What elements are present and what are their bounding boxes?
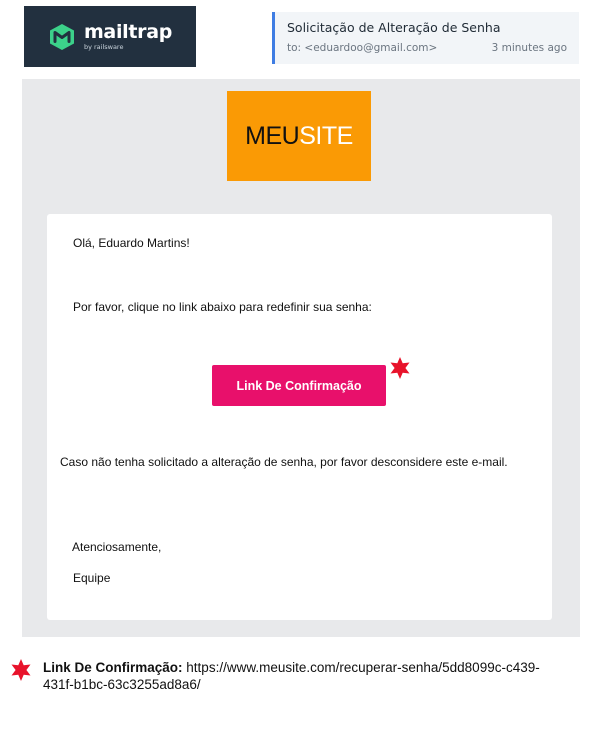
note-label: Link De Confirmação:	[43, 660, 183, 675]
email-timestamp: 3 minutes ago	[491, 42, 567, 54]
disclaimer-text: Caso não tenha solicitado a alteração de…	[60, 455, 508, 469]
email-body: MEUSITE Olá, Eduardo Martins! Por favor,…	[22, 79, 580, 637]
star-icon	[11, 659, 31, 681]
site-logo: MEUSITE	[227, 91, 371, 181]
site-logo-part-b: SITE	[299, 121, 353, 150]
mailtrap-logo-icon	[48, 23, 76, 51]
confirmation-link-note: Link De Confirmação: https://www.meusite…	[43, 659, 563, 693]
mailtrap-logo: mailtrap by railsware	[24, 6, 196, 67]
site-logo-part-a: MEU	[245, 121, 300, 150]
message-card: Olá, Eduardo Martins! Por favor, clique …	[47, 214, 552, 620]
email-subject: Solicitação de Alteração de Senha	[287, 20, 501, 35]
email-header[interactable]: Solicitação de Alteração de Senha to: <e…	[272, 12, 579, 64]
star-icon	[390, 357, 410, 379]
email-recipient: to: <eduardoo@gmail.com>	[287, 42, 438, 54]
greeting-text: Olá, Eduardo Martins!	[73, 236, 190, 250]
signature-text: Equipe	[73, 571, 111, 585]
closing-text: Atenciosamente,	[72, 540, 162, 554]
confirmation-link-button[interactable]: Link De Confirmação	[212, 365, 386, 406]
mailtrap-subtitle: by railsware	[83, 42, 124, 51]
mailtrap-name: mailtrap	[83, 20, 173, 43]
instruction-text: Por favor, clique no link abaixo para re…	[73, 300, 372, 314]
